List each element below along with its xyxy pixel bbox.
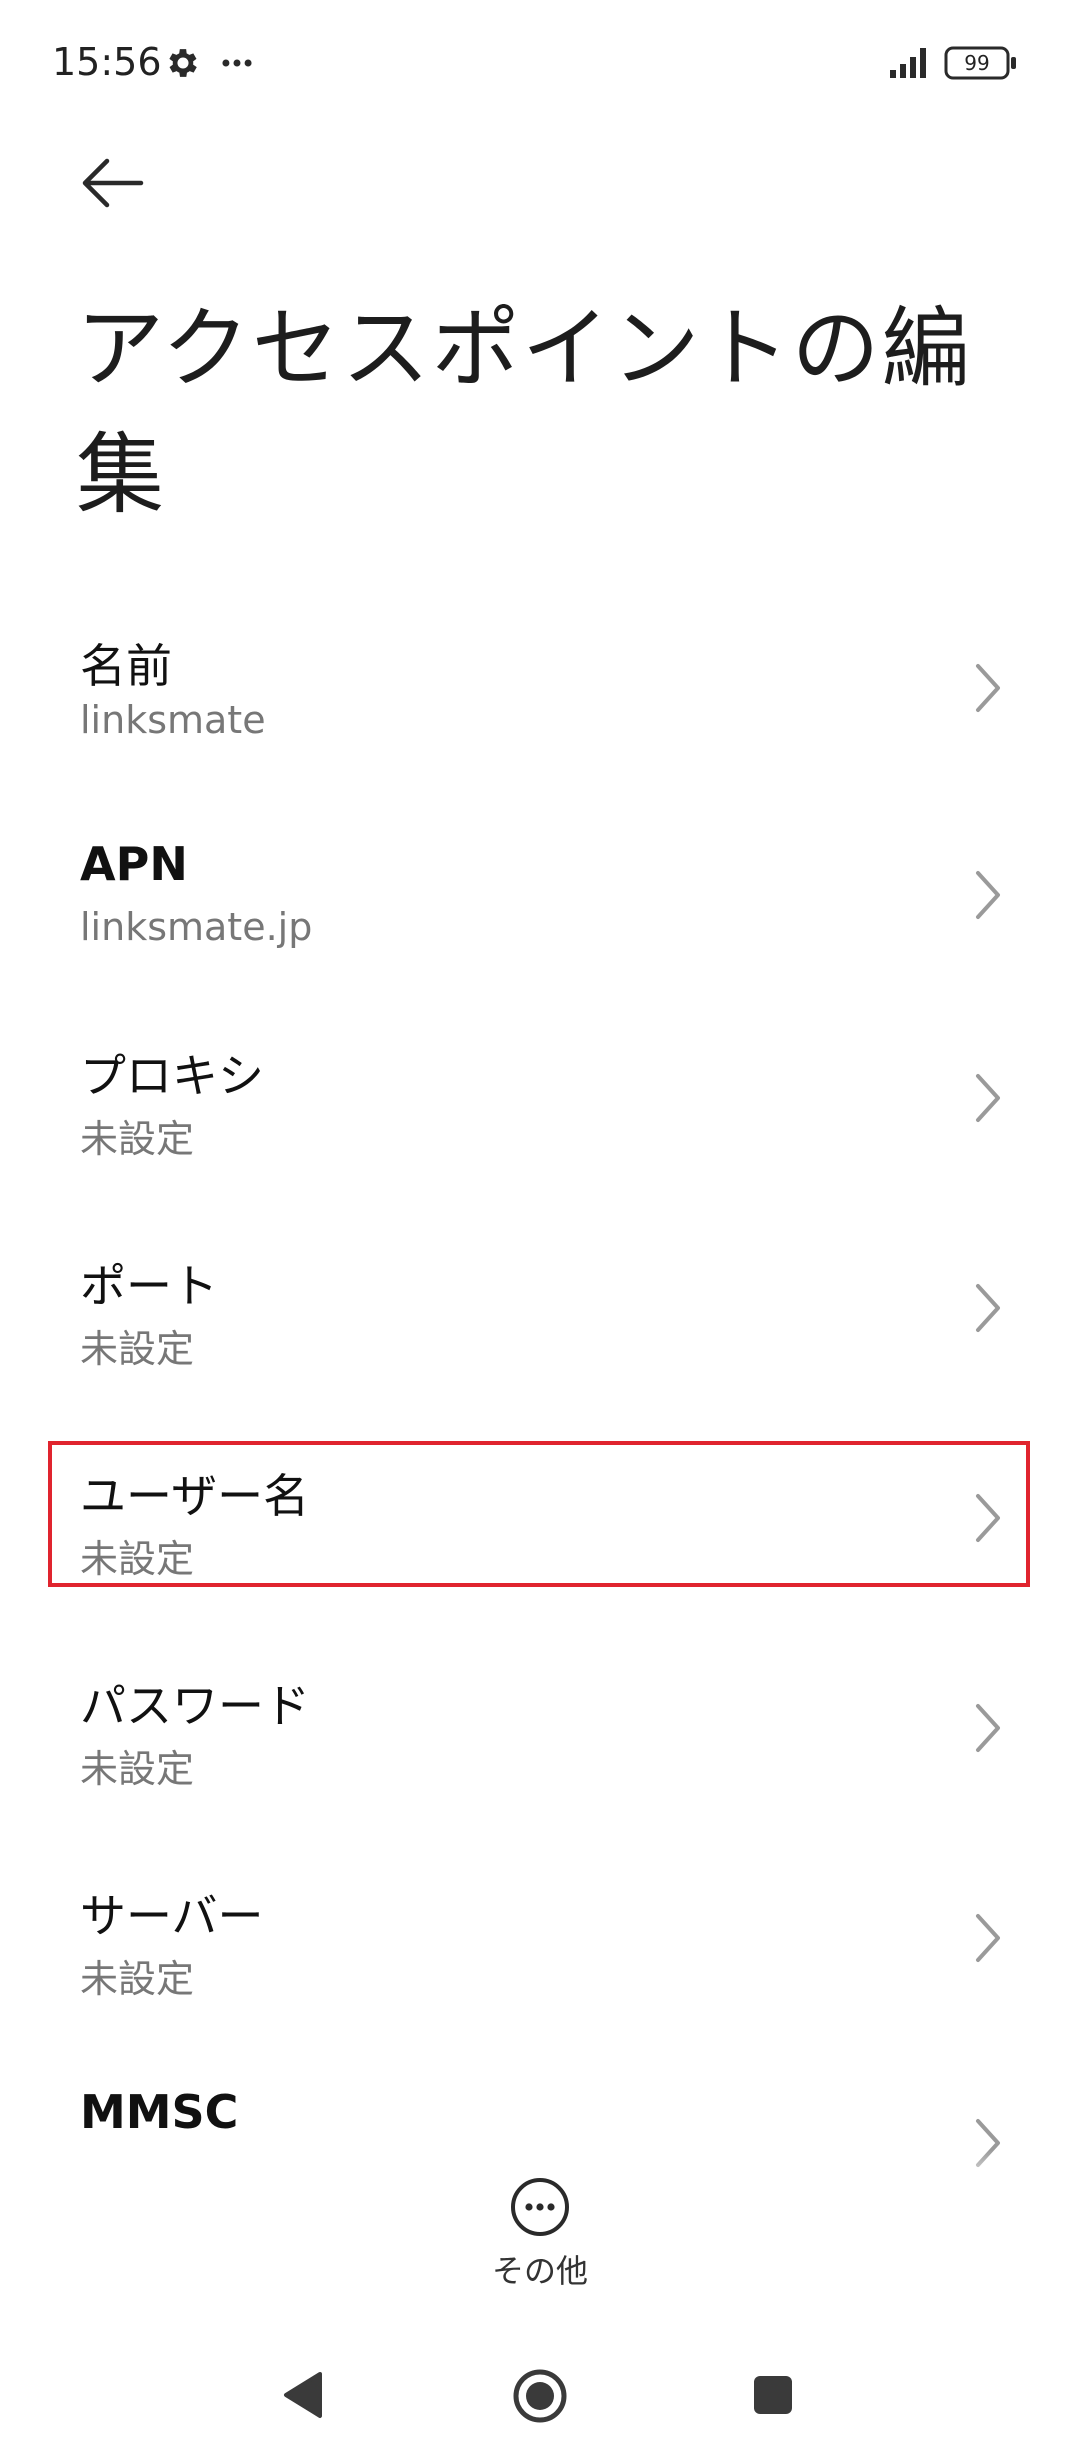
setting-label: 名前 — [80, 639, 172, 693]
status-time: 15:56 — [52, 40, 162, 84]
signal-icon — [890, 48, 926, 78]
setting-label: MMSC — [80, 2085, 239, 2139]
setting-value: 未設定 — [80, 1117, 195, 1161]
more-circle-icon — [511, 2178, 569, 2236]
setting-label: ポート — [80, 1259, 218, 1313]
setting-proxy[interactable]: プロキシ 未設定 — [0, 1010, 1080, 1210]
more-options-label: その他 — [491, 2252, 588, 2290]
chevron-right-icon — [976, 1284, 1000, 1332]
battery-level: 99 — [964, 51, 990, 75]
setting-apn[interactable]: APN linksmate.jp — [0, 807, 1080, 1007]
setting-value: 未設定 — [80, 1327, 195, 1371]
setting-port[interactable]: ポート 未設定 — [0, 1220, 1080, 1420]
chevron-right-icon — [976, 1704, 1000, 1752]
setting-server[interactable]: サーバー 未設定 — [0, 1850, 1080, 2050]
setting-name[interactable]: 名前 linksmate — [0, 600, 1080, 800]
chevron-right-icon — [976, 664, 1000, 712]
nav-back-icon[interactable] — [280, 2370, 326, 2420]
page-title: アクセスポイントの編集 — [76, 297, 972, 526]
gear-icon — [169, 49, 197, 77]
nav-home-icon[interactable] — [512, 2368, 568, 2424]
navigation-bar — [0, 2340, 1080, 2460]
setting-password[interactable]: パスワード 未設定 — [0, 1640, 1080, 1840]
more-dots-icon — [222, 59, 252, 67]
setting-label: APN — [80, 837, 188, 891]
chevron-right-icon — [976, 871, 1000, 919]
chevron-right-icon — [976, 1074, 1000, 1122]
status-bar: 15:56 99 — [0, 0, 1080, 130]
setting-label: ユーザー名 — [80, 1469, 310, 1523]
nav-recents-icon[interactable] — [752, 2374, 794, 2416]
chevron-right-icon — [976, 1494, 1000, 1542]
setting-value: linksmate.jp — [80, 905, 313, 949]
back-button[interactable] — [72, 148, 152, 218]
arrow-left-icon — [82, 158, 144, 208]
setting-label: プロキシ — [80, 1049, 264, 1103]
setting-username[interactable]: ユーザー名 未設定 — [0, 1430, 1080, 1630]
setting-label: パスワード — [80, 1679, 310, 1733]
setting-value: 未設定 — [80, 1957, 195, 2001]
setting-value: 未設定 — [80, 1537, 195, 1581]
setting-label: サーバー — [80, 1889, 264, 1943]
setting-value: linksmate — [80, 698, 266, 742]
chevron-right-icon — [976, 1914, 1000, 1962]
more-options-button[interactable]: その他 — [470, 2176, 610, 2290]
setting-value: 未設定 — [80, 1747, 195, 1791]
